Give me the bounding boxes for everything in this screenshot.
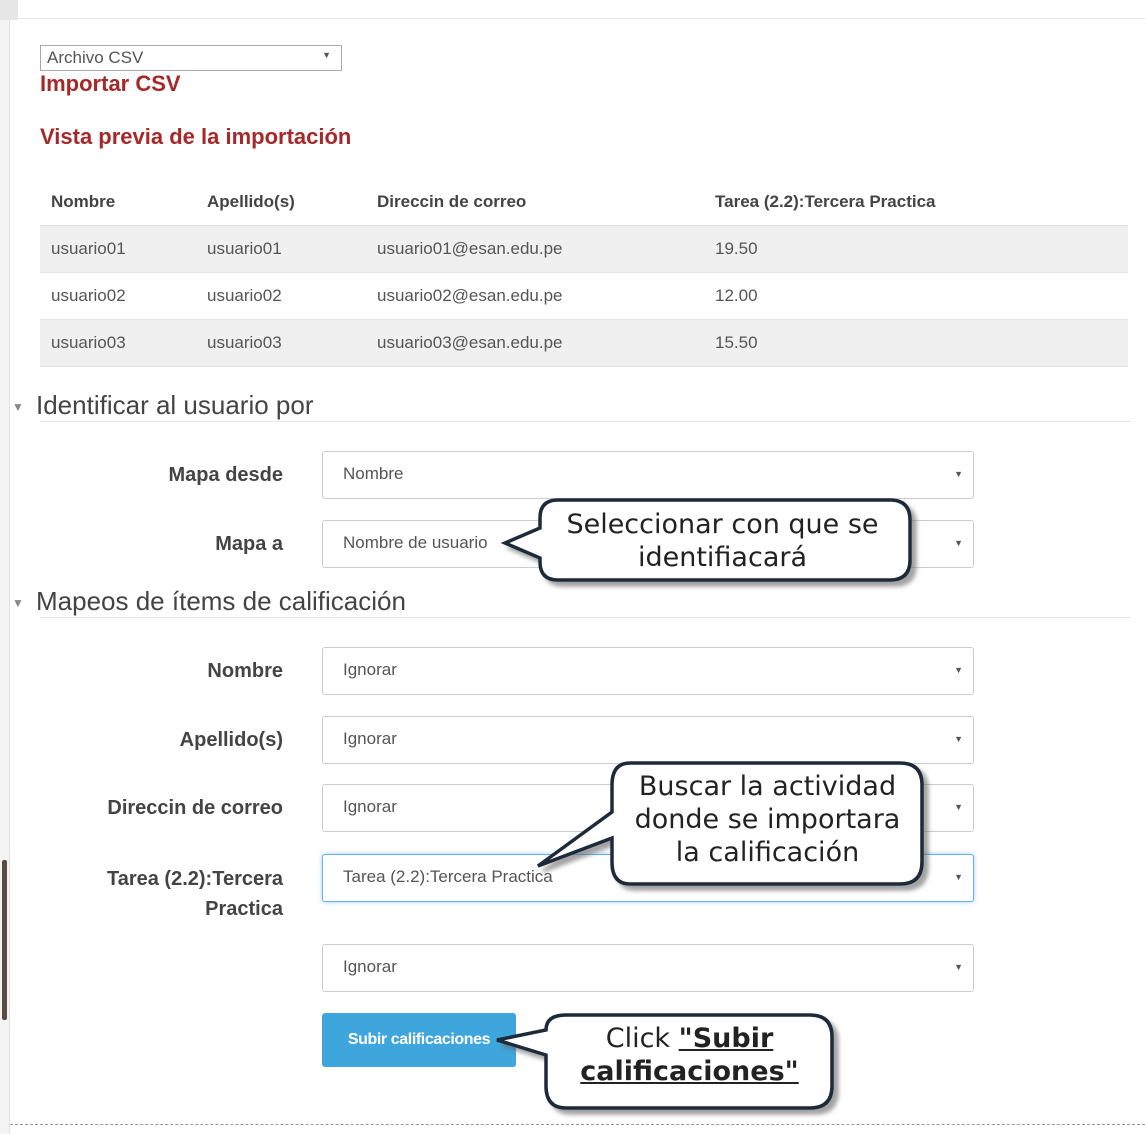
callout-line: la calificación [675, 837, 860, 868]
callout-click-bold: calificaciones" [580, 1056, 799, 1087]
callout-line: identifiacará [637, 542, 808, 573]
callout-click-text: Click "Subir calificaciones" [552, 1022, 827, 1088]
callout-line: Seleccionar con que se [566, 509, 879, 540]
callout-line: Buscar la actividad [638, 771, 897, 802]
callout-click-prefix: Click [605, 1023, 679, 1054]
callout-line: donde se importara [634, 804, 901, 835]
callout-identify-text: Seleccionar con que se identifiacará [555, 508, 890, 574]
callout-activity-text: Buscar la actividad donde se importara l… [620, 770, 915, 869]
callout-click-bold: "Subir [678, 1023, 774, 1054]
